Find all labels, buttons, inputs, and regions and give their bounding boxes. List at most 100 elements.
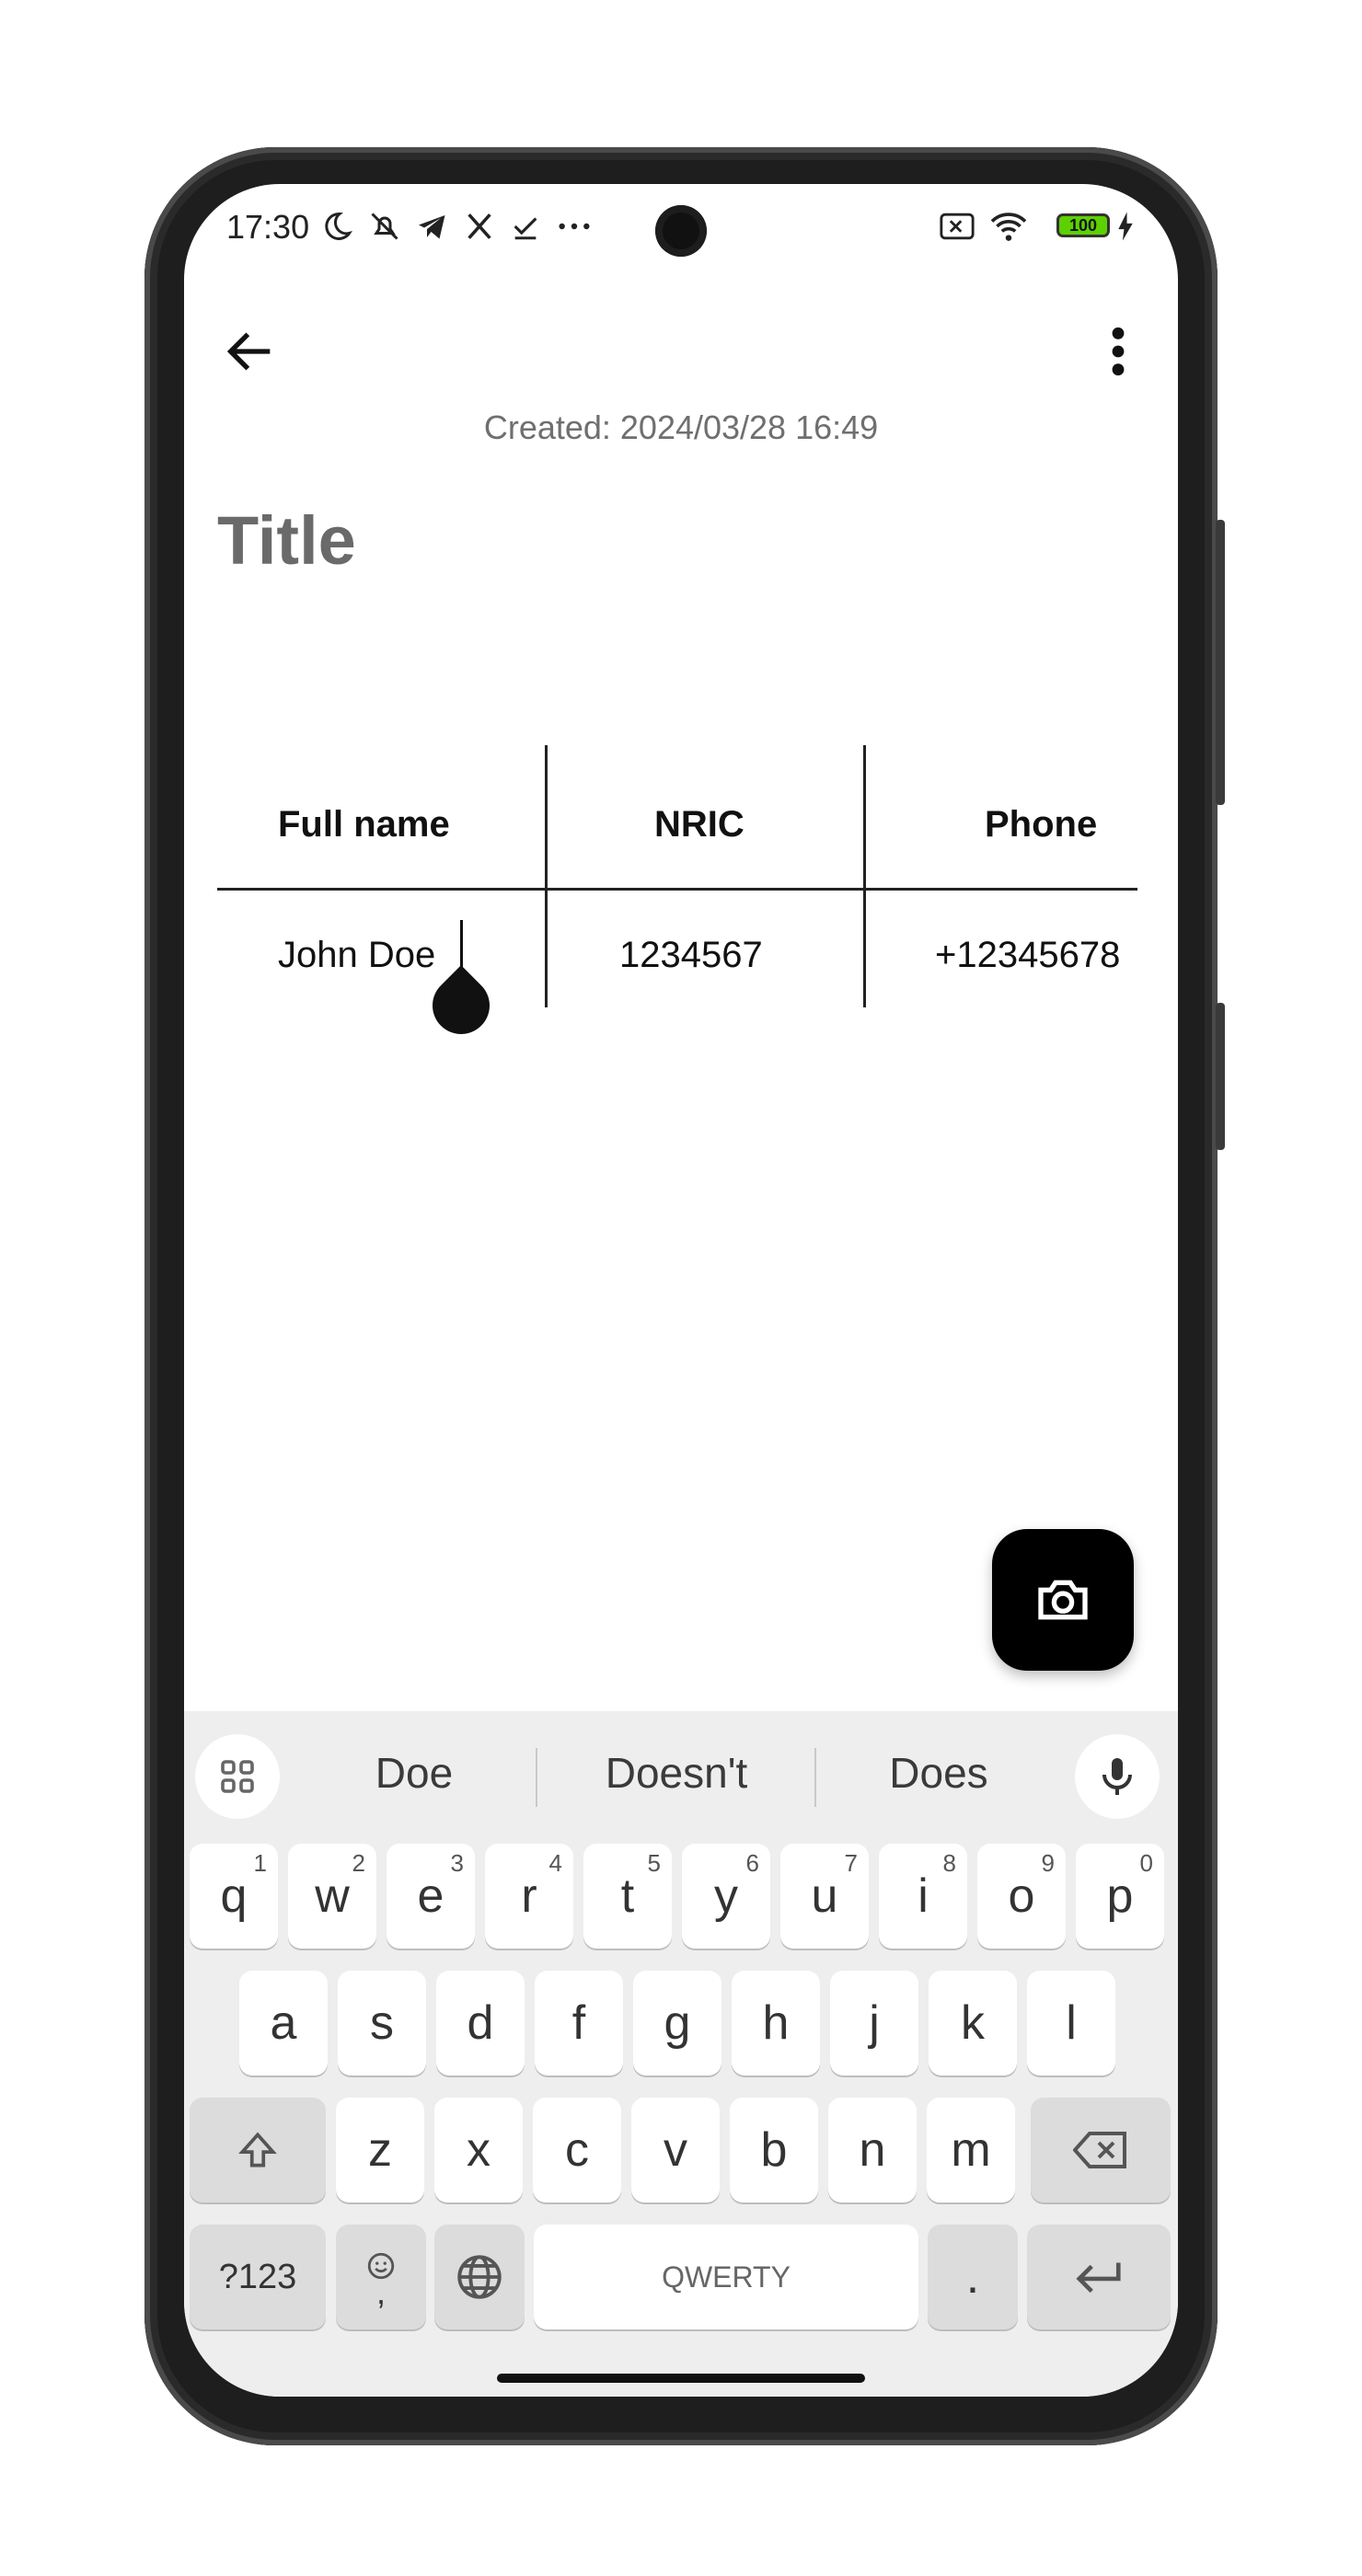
note-table: Full name NRIC Phone John Doe 1234567 +1… <box>217 745 1137 1007</box>
table-header-cell[interactable]: Phone <box>985 804 1097 845</box>
key-f[interactable]: f <box>535 1971 623 2076</box>
symbols-key[interactable]: ?123 <box>190 2225 326 2329</box>
key-hint: 4 <box>548 1849 562 1877</box>
key-v[interactable]: v <box>631 2098 720 2202</box>
key-label: j <box>869 1996 880 2050</box>
key-i[interactable]: i8 <box>879 1844 967 1949</box>
back-button[interactable] <box>221 322 280 381</box>
key-z[interactable]: z <box>336 2098 424 2202</box>
key-a[interactable]: a <box>239 1971 328 2076</box>
moon-icon <box>325 212 352 240</box>
keyboard: Doe Doesn't Does q1w2e3r4t5y6u7i8o9p0 as… <box>184 1711 1178 2397</box>
key-c[interactable]: c <box>533 2098 621 2202</box>
enter-icon <box>1076 2262 1121 2294</box>
key-j[interactable]: j <box>830 1971 918 2076</box>
period-key[interactable]: . <box>928 2225 1018 2329</box>
key-label: l <box>1066 1996 1077 2050</box>
key-label: v <box>664 2123 687 2177</box>
more-options-button[interactable] <box>1095 322 1141 381</box>
key-o[interactable]: o9 <box>977 1844 1066 1949</box>
comma-label: , <box>375 2273 386 2311</box>
key-label: s <box>370 1996 394 2050</box>
key-l[interactable]: l <box>1027 1971 1115 2076</box>
note-title[interactable]: Title <box>217 501 356 580</box>
key-b[interactable]: b <box>730 2098 818 2202</box>
status-bar: 17:30 100 <box>184 184 1178 267</box>
key-label: t <box>620 1869 635 1923</box>
arrow-back-icon <box>226 332 271 371</box>
table-cell[interactable]: 1234567 <box>619 935 763 976</box>
key-e[interactable]: e3 <box>387 1844 475 1949</box>
voice-input-button[interactable] <box>1075 1734 1160 1819</box>
key-t[interactable]: t5 <box>583 1844 672 1949</box>
key-u[interactable]: u7 <box>780 1844 869 1949</box>
key-k[interactable]: k <box>929 1971 1017 2076</box>
key-d[interactable]: d <box>436 1971 525 2076</box>
key-label: a <box>270 1996 297 2050</box>
emoji-key[interactable]: , <box>336 2225 426 2329</box>
key-label: m <box>951 2123 991 2177</box>
symbols-key-label: ?123 <box>218 2257 297 2296</box>
front-camera <box>655 205 707 257</box>
backspace-key[interactable] <box>1031 2098 1171 2202</box>
x-icon <box>467 213 491 239</box>
suggestion[interactable]: Doesn't <box>548 1748 805 1798</box>
key-w[interactable]: w2 <box>288 1844 376 1949</box>
key-s[interactable]: s <box>338 1971 426 2076</box>
screen: 17:30 100 Created: 2024/03/28 16:49 Titl… <box>184 184 1178 2397</box>
suggestion[interactable]: Doe <box>285 1748 543 1798</box>
table-header-cell[interactable]: NRIC <box>654 804 744 845</box>
key-p[interactable]: p0 <box>1076 1844 1164 1949</box>
key-label: h <box>762 1996 790 2050</box>
shift-icon <box>238 2132 277 2168</box>
table-cell[interactable]: John Doe <box>278 935 435 976</box>
apps-button[interactable] <box>195 1734 280 1819</box>
suggestion[interactable]: Does <box>810 1748 1068 1798</box>
microphone-icon <box>1102 1758 1132 1795</box>
telegram-icon <box>419 215 445 239</box>
key-label: o <box>1008 1869 1035 1923</box>
check-icon <box>514 217 537 240</box>
more-vert-icon <box>1112 327 1125 376</box>
table-header-cell[interactable]: Full name <box>278 804 450 845</box>
key-r[interactable]: r4 <box>485 1844 573 1949</box>
status-time: 17:30 <box>226 208 310 246</box>
key-x[interactable]: x <box>434 2098 523 2202</box>
space-key-label: QWERTY <box>662 2260 791 2294</box>
suggestion-bar: Doe Doesn't Does <box>184 1711 1178 1831</box>
home-indicator[interactable] <box>497 2374 865 2383</box>
key-m[interactable]: m <box>927 2098 1015 2202</box>
backspace-icon <box>1073 2132 1126 2168</box>
key-g[interactable]: g <box>633 1971 721 2076</box>
sim-off-icon <box>940 213 975 240</box>
key-hint: 3 <box>450 1849 464 1877</box>
app-bar <box>184 304 1178 396</box>
key-hint: 9 <box>1041 1849 1055 1877</box>
language-key[interactable] <box>434 2225 525 2329</box>
battery-indicator: 100 <box>1056 213 1110 237</box>
shift-key[interactable] <box>190 2098 326 2202</box>
key-y[interactable]: y6 <box>682 1844 770 1949</box>
camera-button[interactable] <box>992 1529 1134 1671</box>
key-label: u <box>811 1869 838 1923</box>
key-hint: 0 <box>1139 1849 1153 1877</box>
wifi-icon <box>990 213 1027 241</box>
key-label: b <box>760 2123 788 2177</box>
key-q[interactable]: q1 <box>190 1844 278 1949</box>
key-label: w <box>315 1869 350 1923</box>
space-key[interactable]: QWERTY <box>534 2225 918 2329</box>
suggestion-divider <box>536 1748 537 1807</box>
table-cell[interactable]: +12345678 <box>935 935 1120 976</box>
key-label: k <box>961 1996 985 2050</box>
key-h[interactable]: h <box>732 1971 820 2076</box>
key-label: q <box>220 1869 248 1923</box>
table-header-divider <box>217 888 1137 891</box>
key-n[interactable]: n <box>828 2098 917 2202</box>
power-button <box>1216 1003 1225 1150</box>
more-icon <box>559 223 590 230</box>
key-label: d <box>467 1996 494 2050</box>
period-key-label: . <box>965 2250 980 2304</box>
key-hint: 1 <box>253 1849 267 1877</box>
grid-icon <box>221 1760 254 1793</box>
enter-key[interactable] <box>1027 2225 1171 2329</box>
